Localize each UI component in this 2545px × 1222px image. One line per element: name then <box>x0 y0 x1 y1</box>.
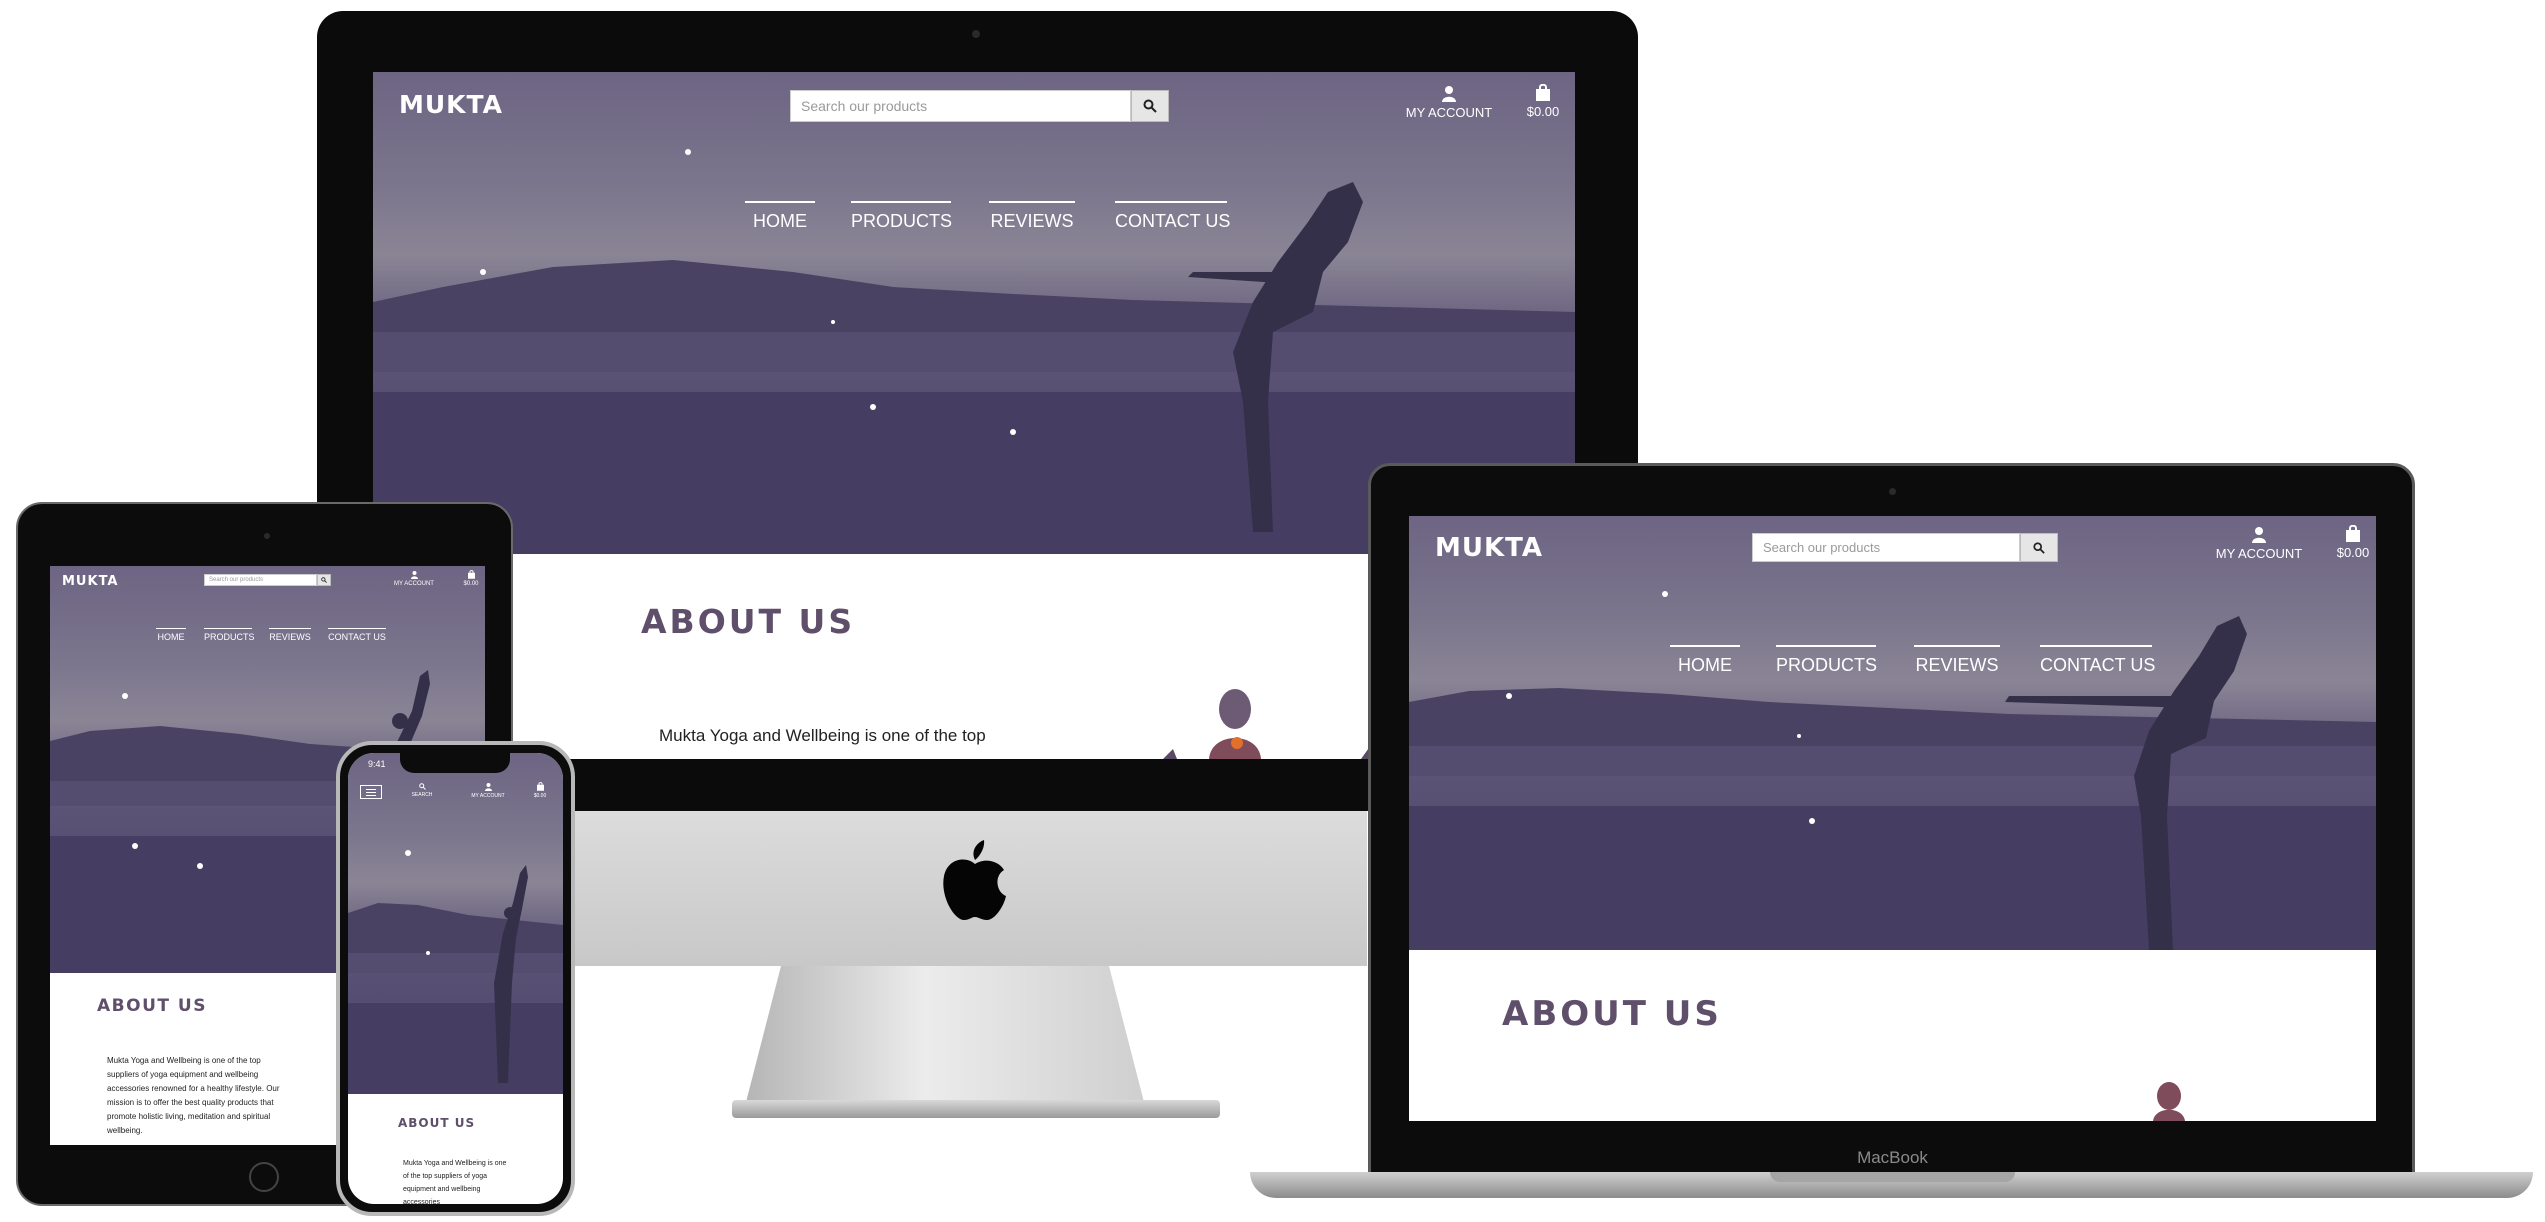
hamburger-icon <box>366 791 376 793</box>
search-input[interactable]: Search our products <box>204 574 317 586</box>
about-body-text: Mukta Yoga and Wellbeing is one of the t… <box>107 1056 280 1135</box>
my-account-link[interactable]: MY ACCOUNT <box>1399 86 1499 120</box>
imac-camera <box>972 30 980 38</box>
nav-reviews[interactable]: REVIEWS <box>269 628 311 642</box>
tablet-home-button[interactable] <box>249 1162 279 1192</box>
main-nav: HOME PRODUCTS REVIEWS CONTACT US <box>745 201 1230 232</box>
laptop-notch <box>1770 1172 2015 1182</box>
main-nav: HOME PRODUCTS REVIEWS CONTACT US <box>156 628 386 642</box>
search-input[interactable]: Search our products <box>1752 533 2020 562</box>
nav-home[interactable]: HOME <box>1670 645 1740 676</box>
search-input[interactable]: Search our products <box>790 90 1131 122</box>
my-account-link[interactable]: MY ACCOUNT <box>2209 527 2309 561</box>
nav-products[interactable]: PRODUCTS <box>851 201 952 232</box>
nav-contact-us[interactable]: CONTACT US <box>328 628 386 642</box>
hero-banner: 9:41 SEARCH MY ACCOUNT $0.00 <box>348 753 563 1094</box>
my-account-link[interactable]: MY ACCOUNT <box>389 571 439 587</box>
laptop-brand: MacBook <box>1857 1148 1928 1167</box>
shopping-bag-icon <box>2346 524 2360 542</box>
search-label: SEARCH <box>411 792 433 798</box>
about-heading: ABOUT US <box>97 996 207 1016</box>
imac-base <box>732 1100 1220 1118</box>
imac-stand <box>745 966 1145 1106</box>
nav-home[interactable]: HOME <box>745 201 815 232</box>
nav-reviews[interactable]: REVIEWS <box>1914 645 2000 676</box>
my-account-link[interactable]: MY ACCOUNT <box>460 783 516 799</box>
my-account-label: MY ACCOUNT <box>2215 546 2303 561</box>
meditation-figure-image <box>2149 1082 2189 1121</box>
cart-link[interactable]: $0.00 <box>1519 83 1567 119</box>
site-logo[interactable]: MUKTA <box>399 90 503 119</box>
phone-notch <box>400 753 510 773</box>
laptop-screen: MUKTA Search our products MY ACCOUNT $0.… <box>1409 516 2376 1121</box>
cart-total: $0.00 <box>2336 545 2370 560</box>
user-icon <box>410 571 418 579</box>
user-icon <box>2252 527 2266 543</box>
nav-home[interactable]: HOME <box>156 628 186 642</box>
nav-contact-us[interactable]: CONTACT US <box>1115 201 1230 232</box>
cart-link[interactable]: $0.00 <box>528 782 552 799</box>
search-button[interactable] <box>317 574 331 586</box>
beach-yoga-scene <box>348 850 563 1094</box>
mobile-search-link[interactable]: SEARCH <box>402 783 442 798</box>
site-logo[interactable]: MUKTA <box>1435 533 1543 563</box>
shopping-bag-icon <box>536 782 544 791</box>
cart-total: $0.00 <box>1526 104 1560 119</box>
search-icon <box>321 577 327 583</box>
nav-products[interactable]: PRODUCTS <box>204 628 255 642</box>
about-intro-text: Mukta Yoga and Wellbeing is one of the t… <box>659 726 986 745</box>
cart-total: $0.00 <box>533 793 547 799</box>
about-heading: ABOUT US <box>398 1116 476 1130</box>
nav-products[interactable]: PRODUCTS <box>1776 645 1877 676</box>
cart-link[interactable]: $0.00 <box>2329 524 2376 560</box>
apple-logo-icon <box>940 840 1010 922</box>
status-time: 9:41 <box>368 759 386 769</box>
nav-reviews[interactable]: REVIEWS <box>989 201 1075 232</box>
my-account-label: MY ACCOUNT <box>394 581 434 587</box>
main-nav: HOME PRODUCTS REVIEWS CONTACT US <box>1670 645 2155 676</box>
my-account-label: MY ACCOUNT <box>471 793 505 799</box>
about-body-text: Mukta Yoga and Wellbeing is one of the t… <box>403 1160 507 1204</box>
cart-total: $0.00 <box>463 581 479 587</box>
cart-link[interactable]: $0.00 <box>458 570 484 587</box>
user-icon <box>484 783 492 791</box>
my-account-label: MY ACCOUNT <box>1405 105 1493 120</box>
search-icon <box>2033 541 2045 554</box>
laptop-camera <box>1889 488 1896 495</box>
hero-banner: MUKTA Search our products MY ACCOUNT $0.… <box>1409 516 2376 950</box>
shopping-bag-icon <box>1536 83 1550 101</box>
search-button[interactable] <box>2020 533 2058 562</box>
user-icon <box>1442 86 1456 102</box>
tablet-camera <box>264 533 270 539</box>
site-logo[interactable]: MUKTA <box>62 574 119 589</box>
menu-toggle-button[interactable] <box>360 785 382 799</box>
meditation-figure-image <box>1133 687 1393 759</box>
search-button[interactable] <box>1131 90 1169 122</box>
search-icon <box>1143 99 1157 113</box>
nav-contact-us[interactable]: CONTACT US <box>2040 645 2155 676</box>
shopping-bag-icon <box>467 570 475 579</box>
phone-screen: 9:41 SEARCH MY ACCOUNT $0.00 ABOUT US Mu… <box>348 753 563 1204</box>
beach-yoga-scene <box>1409 591 2376 950</box>
about-heading: ABOUT US <box>1502 994 1722 1034</box>
about-heading: ABOUT US <box>641 602 856 641</box>
search-icon <box>418 783 426 790</box>
